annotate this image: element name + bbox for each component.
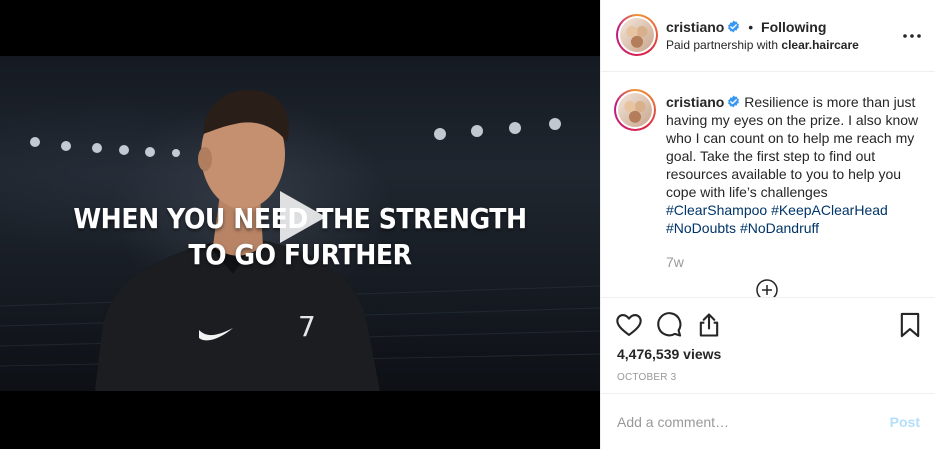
post-date: OCTOBER 3 — [617, 372, 677, 383]
author-username[interactable]: cristiano — [666, 19, 724, 35]
load-more-icon[interactable] — [755, 278, 779, 298]
verified-icon — [728, 95, 740, 108]
partnership-prefix: Paid partnership with — [666, 38, 779, 52]
hashtag-link[interactable]: #NoDandruff — [740, 220, 819, 236]
caption-time-ago: 7w — [666, 254, 684, 270]
heart-icon[interactable] — [615, 311, 643, 339]
hashtag-link[interactable]: #NoDoubts — [666, 220, 736, 236]
comment-input[interactable] — [617, 412, 877, 432]
comment-bar: Post — [601, 393, 935, 449]
caption-username[interactable]: cristiano — [666, 94, 724, 110]
caption-text: cristiano Resilience is more than just h… — [666, 93, 921, 237]
header-separator: • — [748, 19, 754, 35]
author-avatar[interactable] — [616, 14, 658, 56]
jersey-number: 7 — [298, 310, 316, 343]
post-header: cristiano • Following Paid partnership w… — [601, 0, 935, 72]
hashtag-link[interactable]: #KeepAClearHead — [771, 202, 888, 218]
caption-section: cristiano Resilience is more than just h… — [601, 73, 935, 298]
hashtag-link[interactable]: #ClearShampoo — [666, 202, 767, 218]
post-button[interactable]: Post — [890, 414, 920, 430]
more-options-icon[interactable] — [900, 24, 924, 48]
post-panel: cristiano • Following Paid partnership w… — [600, 0, 935, 449]
bookmark-icon[interactable] — [896, 311, 924, 339]
header-title: cristiano • Following — [666, 19, 826, 35]
video-player[interactable]: 7 WHEN YOU NEED THE STRENGTH TO GO FURTH… — [0, 0, 600, 449]
action-bar — [601, 299, 935, 349]
view-count[interactable]: 4,476,539 views — [617, 346, 721, 362]
following-button[interactable]: Following — [761, 19, 826, 35]
comment-icon[interactable] — [655, 311, 683, 339]
caption-avatar[interactable] — [614, 89, 656, 131]
play-icon[interactable] — [268, 185, 332, 249]
verified-icon — [728, 20, 740, 33]
partnership-label: Paid partnership with clear.haircare — [666, 38, 859, 52]
share-icon[interactable] — [695, 311, 723, 339]
partner-link[interactable]: clear.haircare — [781, 38, 858, 52]
